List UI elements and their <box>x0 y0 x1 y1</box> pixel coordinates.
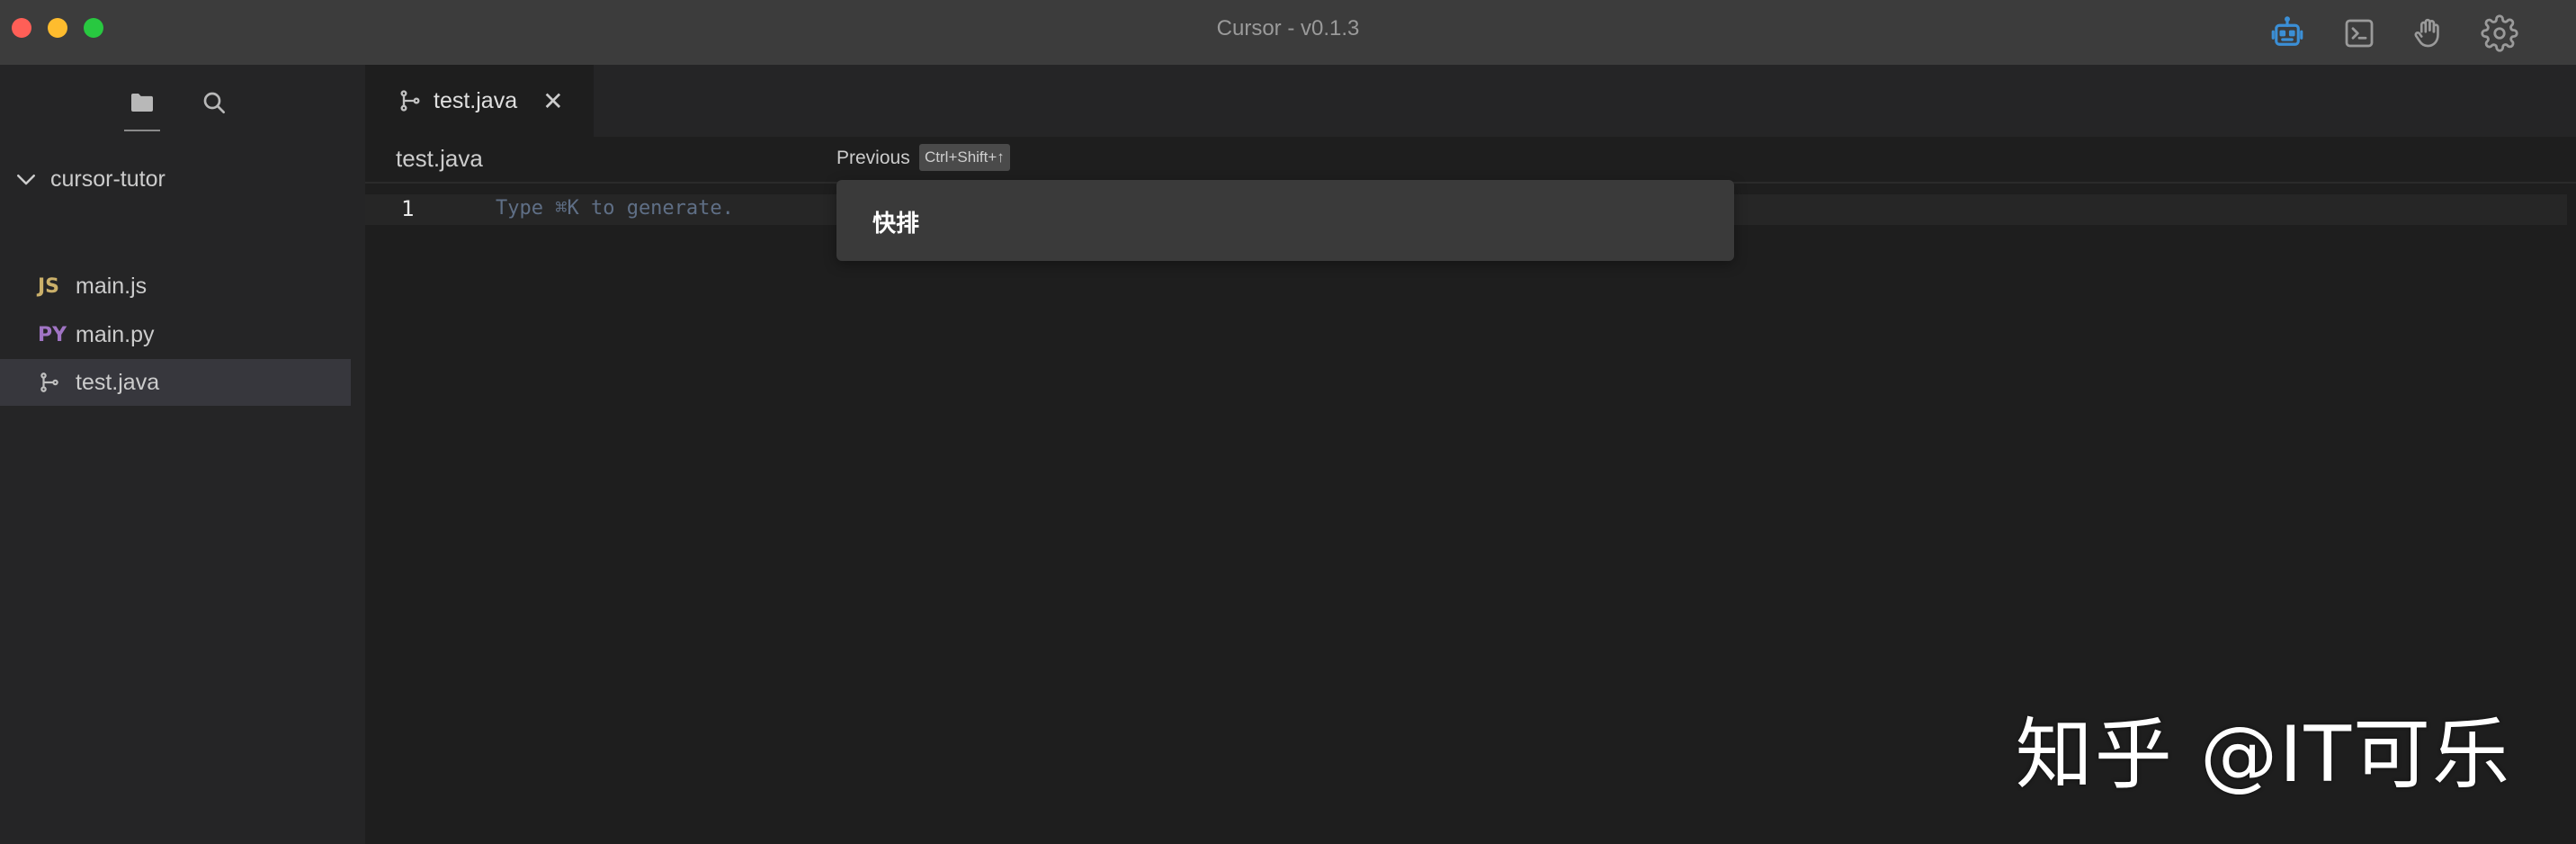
file-item-main-js[interactable]: JS main.js <box>0 263 351 310</box>
chevron-down-icon <box>17 175 35 185</box>
window-title: Cursor - v0.1.3 <box>1216 16 1360 40</box>
git-branch-icon <box>38 370 68 395</box>
breadcrumb[interactable]: test.java <box>396 145 483 173</box>
file-name: main.js <box>76 273 148 299</box>
editor-placeholder: Type ⌘K to generate. <box>496 197 734 220</box>
git-branch-icon <box>400 90 420 112</box>
hand-wave-icon[interactable] <box>2407 11 2452 56</box>
file-item-test-java[interactable]: test.java <box>0 359 351 406</box>
generate-prompt-popup[interactable]: 快排 <box>836 180 1734 261</box>
file-name: test.java <box>76 369 160 395</box>
gear-icon[interactable] <box>2477 11 2522 56</box>
close-icon[interactable]: ✕ <box>542 86 563 116</box>
tab-test-java[interactable]: test.java ✕ <box>365 65 594 137</box>
folder-icon <box>131 94 153 112</box>
search-tab[interactable] <box>194 83 234 122</box>
explorer-tab[interactable] <box>122 83 162 131</box>
editor-tab-bar: test.java ✕ <box>365 65 2576 137</box>
terminal-icon[interactable] <box>2337 11 2382 56</box>
file-name: main.py <box>76 321 155 347</box>
breadcrumb-bar: test.java Previous Ctrl+Shift+↑ <box>365 137 2576 184</box>
title-bar: Cursor - v0.1.3 <box>0 0 2576 65</box>
watermark: 知乎 @IT可乐 <box>2015 710 2511 800</box>
robot-icon[interactable] <box>2265 11 2310 56</box>
folder-name: cursor-tutor <box>50 166 165 192</box>
file-item-main-py[interactable]: PY main.py <box>0 311 351 358</box>
line-number: 1 <box>401 196 415 221</box>
tab-label: test.java <box>434 87 518 113</box>
prompt-input-text[interactable]: 快排 <box>872 205 919 238</box>
search-icon <box>203 92 225 113</box>
sidebar: cursor-tutor JS main.js PY main.py test.… <box>0 65 365 844</box>
py-file-icon: PY <box>38 323 67 346</box>
previous-label[interactable]: Previous <box>836 148 910 169</box>
folder-cursor-tutor[interactable]: cursor-tutor <box>0 157 351 202</box>
previous-shortcut-badge: Ctrl+Shift+↑ <box>919 144 1010 171</box>
js-file-icon: JS <box>38 274 60 298</box>
